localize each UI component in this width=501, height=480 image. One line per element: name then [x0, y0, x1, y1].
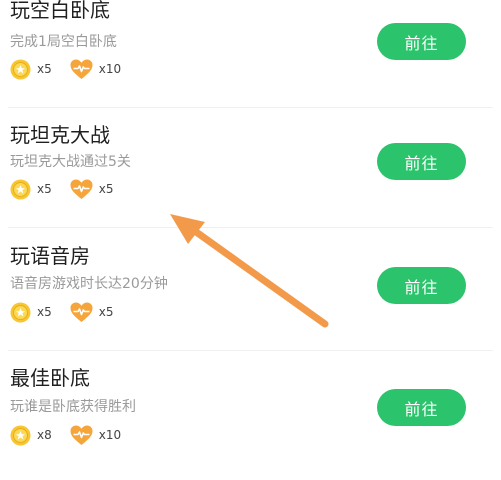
task-description: 玩坦克大战通过5关 — [10, 154, 131, 170]
task-title: 最佳卧底 — [10, 366, 90, 390]
task-title: 玩坦克大战 — [10, 123, 110, 147]
go-button[interactable]: 前往 — [377, 23, 466, 60]
coin-icon — [10, 59, 31, 79]
reward-coin-count: x5 — [37, 182, 52, 196]
task-item-zuijia-wodi: 最佳卧底 玩谁是卧底获得胜利 x8 x10 前往 — [0, 360, 501, 480]
heart-icon — [70, 59, 93, 79]
reward-heart: x10 — [70, 59, 121, 80]
task-rewards: x5 x5 — [10, 177, 132, 201]
task-description: 玩谁是卧底获得胜利 — [10, 399, 136, 415]
reward-heart: x5 — [70, 179, 114, 200]
task-description: 完成1局空白卧底 — [10, 34, 117, 50]
go-button[interactable]: 前往 — [377, 143, 466, 180]
task-title: 玩空白卧底 — [10, 0, 110, 22]
divider — [8, 107, 493, 108]
task-item-yuyin-fang: 玩语音房 语音房游戏时长达20分钟 x5 x5 前往 — [0, 240, 501, 360]
heart-icon — [70, 179, 93, 199]
reward-coin-count: x5 — [37, 62, 52, 76]
heart-icon — [70, 302, 93, 322]
reward-coin: x8 — [10, 425, 52, 446]
coin-icon — [10, 179, 31, 199]
reward-heart: x5 — [70, 302, 114, 323]
heart-icon — [70, 425, 93, 445]
reward-heart-count: x10 — [98, 62, 122, 76]
task-description: 语音房游戏时长达20分钟 — [10, 276, 168, 292]
reward-coin: x5 — [10, 179, 52, 200]
reward-coin-count: x5 — [37, 305, 52, 319]
reward-heart-count: x10 — [98, 428, 122, 442]
task-rewards: x8 x10 — [10, 423, 139, 447]
go-button[interactable]: 前往 — [377, 389, 466, 426]
task-rewards: x5 x5 — [10, 300, 132, 324]
reward-heart: x10 — [70, 425, 121, 446]
reward-heart-count: x5 — [98, 305, 114, 319]
task-title: 玩语音房 — [10, 244, 90, 268]
reward-coin-count: x8 — [37, 428, 52, 442]
divider — [8, 350, 493, 351]
reward-heart-count: x5 — [98, 182, 114, 196]
coin-icon — [10, 302, 31, 322]
go-button[interactable]: 前往 — [377, 267, 466, 304]
coin-icon — [10, 425, 31, 445]
reward-coin: x5 — [10, 302, 52, 323]
divider — [8, 227, 493, 228]
task-item-tanke-dazhan: 玩坦克大战 玩坦克大战通过5关 x5 x5 前往 — [0, 120, 501, 240]
task-rewards: x5 x10 — [10, 57, 139, 81]
reward-coin: x5 — [10, 59, 52, 80]
task-item-kongbai-wodi: 玩空白卧底 完成1局空白卧底 x5 x10 前往 — [0, 0, 501, 120]
